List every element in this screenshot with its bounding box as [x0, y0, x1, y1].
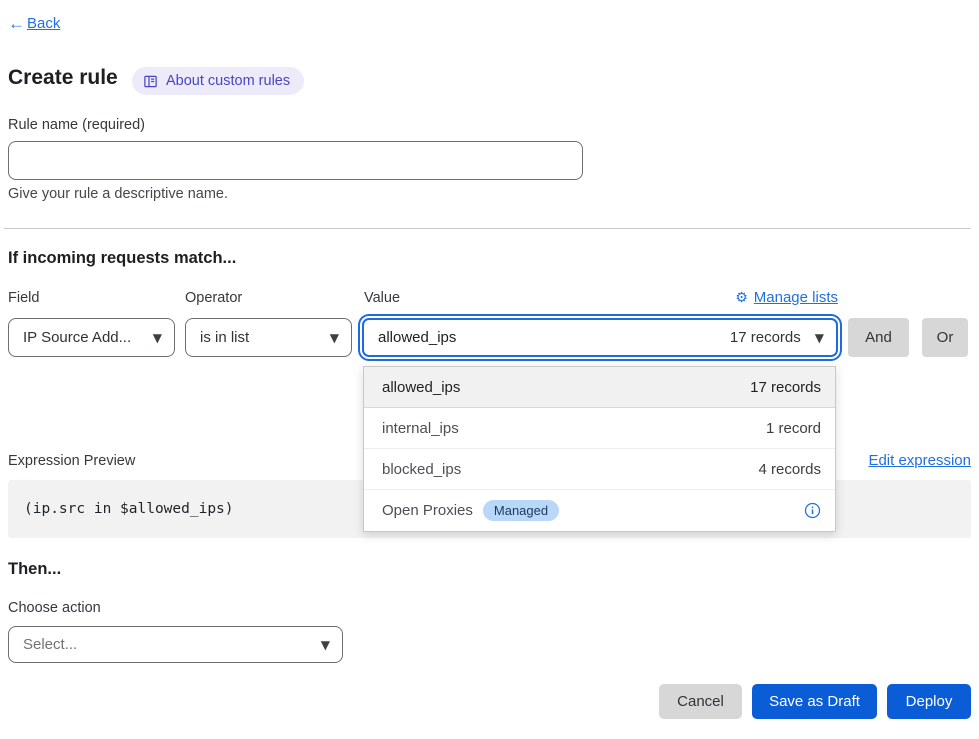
list-record-count: 4 records	[758, 461, 821, 478]
save-as-draft-button[interactable]: Save as Draft	[752, 684, 877, 719]
and-button[interactable]: And	[848, 318, 909, 357]
manage-lists-label: Manage lists	[754, 289, 838, 306]
create-rule-page: ←Back Create rule About custom rules Rul…	[0, 0, 979, 739]
deploy-button[interactable]: Deploy	[887, 684, 971, 719]
section-divider	[4, 228, 971, 229]
back-link-label: Back	[27, 15, 60, 32]
operator-select-value: is in list	[200, 329, 249, 346]
chevron-down-icon: ▼	[330, 332, 339, 344]
dropdown-option-blocked-ips[interactable]: blocked_ips 4 records	[364, 449, 835, 490]
about-badge-label: About custom rules	[166, 73, 290, 89]
value-select[interactable]: allowed_ips 17 records ▼	[362, 318, 838, 357]
chevron-down-icon: ▼	[321, 639, 330, 651]
list-name: blocked_ips	[382, 461, 461, 478]
edit-expression-link[interactable]: Edit expression	[868, 452, 971, 469]
chevron-down-icon: ▼	[153, 332, 162, 344]
then-section-heading: Then...	[8, 560, 61, 579]
field-select-value: IP Source Add...	[23, 329, 131, 346]
list-name: Open Proxies	[382, 502, 473, 519]
dropdown-option-internal-ips[interactable]: internal_ips 1 record	[364, 408, 835, 449]
about-custom-rules-badge[interactable]: About custom rules	[132, 67, 304, 95]
dropdown-option-allowed-ips[interactable]: allowed_ips 17 records	[364, 367, 835, 408]
page-title: Create rule	[8, 66, 118, 90]
expression-preview-label: Expression Preview	[8, 453, 135, 469]
value-column-label: Value	[364, 290, 400, 306]
match-section-heading: If incoming requests match...	[8, 249, 236, 268]
gear-icon: ⚙	[735, 291, 748, 305]
value-dropdown-menu: allowed_ips 17 records internal_ips 1 re…	[363, 366, 836, 532]
or-button[interactable]: Or	[922, 318, 968, 357]
action-select[interactable]: Select... ▼	[8, 626, 343, 663]
value-select-value: allowed_ips	[378, 329, 456, 346]
field-select[interactable]: IP Source Add... ▼	[8, 318, 175, 357]
action-select-placeholder: Select...	[23, 636, 77, 653]
manage-lists-link[interactable]: ⚙ Manage lists	[735, 289, 838, 306]
expression-code: (ip.src in $allowed_ips)	[24, 501, 234, 517]
field-column-label: Field	[8, 290, 39, 306]
cancel-button[interactable]: Cancel	[659, 684, 742, 719]
book-icon	[143, 74, 158, 89]
value-select-records: 17 records	[730, 329, 801, 346]
rule-name-label: Rule name (required)	[8, 117, 145, 133]
operator-select[interactable]: is in list ▼	[185, 318, 352, 357]
chevron-down-icon: ▼	[815, 332, 824, 344]
list-name: allowed_ips	[382, 379, 460, 396]
operator-column-label: Operator	[185, 290, 242, 306]
managed-badge: Managed	[483, 500, 559, 522]
info-icon[interactable]	[804, 502, 821, 519]
back-arrow-icon: ←	[8, 15, 25, 32]
list-record-count: 1 record	[766, 420, 821, 437]
edit-expression-label: Edit expression	[868, 452, 971, 469]
rule-name-input[interactable]	[8, 141, 583, 180]
list-name: internal_ips	[382, 420, 459, 437]
choose-action-label: Choose action	[8, 600, 101, 616]
rule-name-helper: Give your rule a descriptive name.	[8, 186, 228, 202]
back-link[interactable]: ←Back	[8, 15, 60, 32]
dropdown-option-open-proxies[interactable]: Open Proxies Managed	[364, 490, 835, 531]
list-record-count: 17 records	[750, 379, 821, 396]
